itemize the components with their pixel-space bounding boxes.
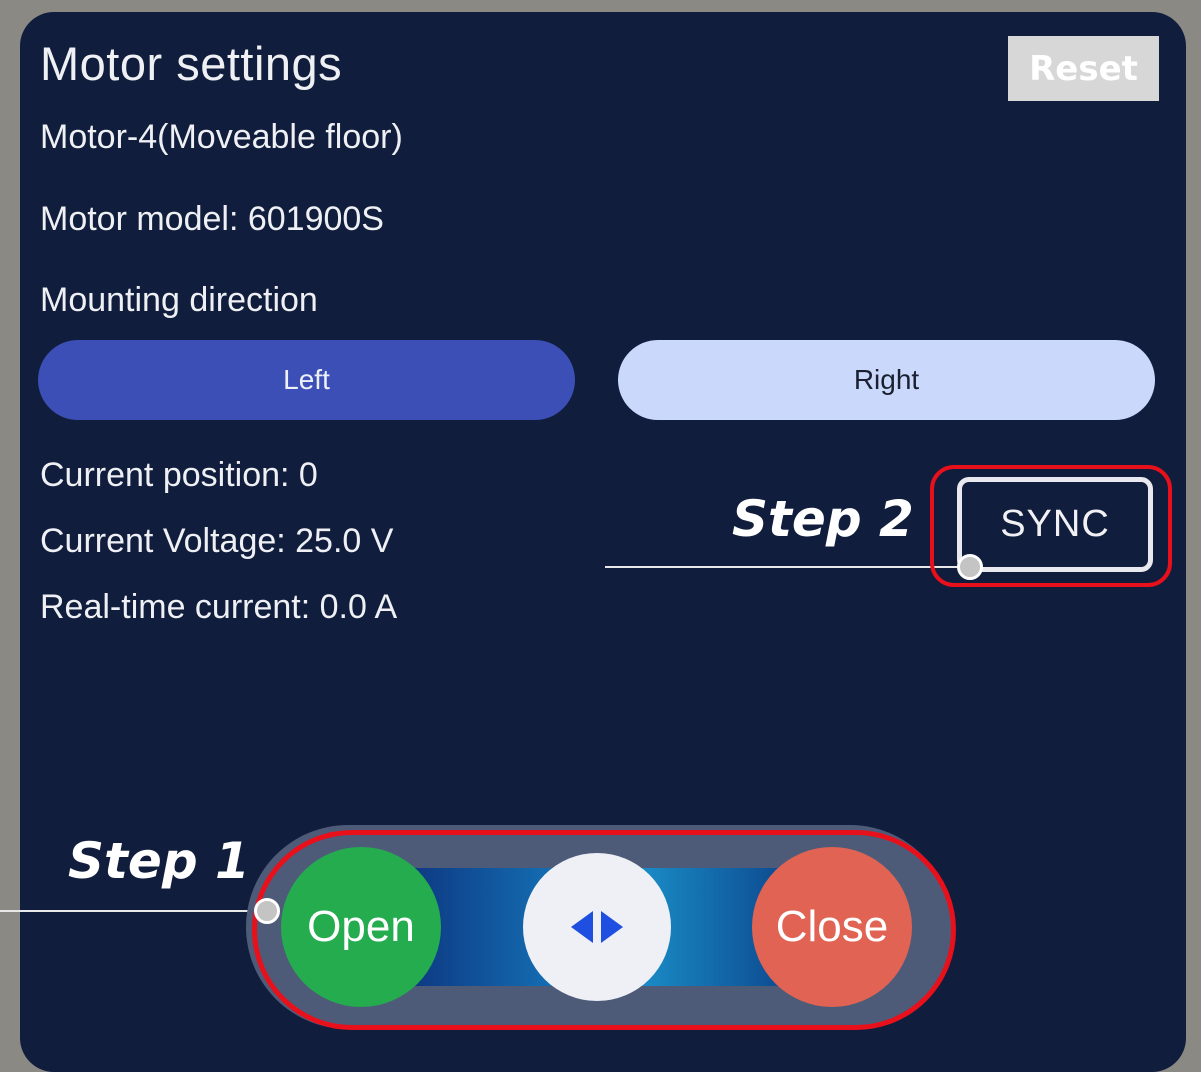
current-voltage: Current Voltage: 25.0 V bbox=[40, 522, 394, 560]
motor-name: Motor-4(Moveable floor) bbox=[40, 118, 403, 156]
step-1-marker-dot bbox=[254, 898, 280, 924]
mounting-direction-label: Mounting direction bbox=[40, 281, 318, 319]
direction-right-button[interactable]: Right bbox=[618, 340, 1155, 420]
step-1-leader-line bbox=[0, 910, 256, 912]
motor-model: Motor model: 601900S bbox=[40, 200, 384, 238]
realtime-current: Real-time current: 0.0 A bbox=[40, 588, 398, 626]
step-2-label: Step 2 bbox=[732, 490, 914, 548]
sync-button[interactable]: SYNC bbox=[957, 477, 1153, 572]
step-2-marker-dot bbox=[957, 554, 983, 580]
page-title: Motor settings bbox=[40, 37, 343, 90]
current-position: Current position: 0 bbox=[40, 456, 318, 494]
controls-highlight-outline bbox=[252, 830, 956, 1030]
step-1-label: Step 1 bbox=[68, 832, 250, 890]
step-2-leader-line bbox=[605, 566, 965, 568]
direction-left-button[interactable]: Left bbox=[38, 340, 575, 420]
reset-button[interactable]: Reset bbox=[1008, 36, 1159, 101]
